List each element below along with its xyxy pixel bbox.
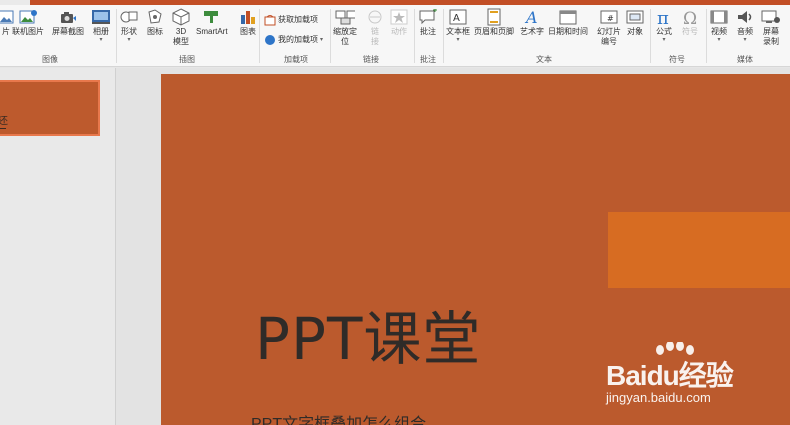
group-label-images: 图像 bbox=[42, 55, 58, 64]
video-caret: ▾ bbox=[717, 37, 721, 43]
calendar-icon bbox=[558, 7, 578, 27]
thumbnail-title-fragment: 还 bbox=[0, 116, 8, 127]
icons-gallery-icon bbox=[145, 7, 165, 27]
text-box-caret: ▾ bbox=[456, 37, 460, 43]
object-button[interactable]: 对象 bbox=[625, 7, 645, 37]
chart-button[interactable]: 图表 bbox=[238, 7, 258, 37]
my-addins-button[interactable]: 我的加载项 ▾ bbox=[264, 33, 323, 47]
text-box-button[interactable]: A 文本框 ▾ bbox=[446, 7, 470, 43]
action-button[interactable]: 动作 bbox=[389, 7, 409, 37]
group-label-illustrations: 插图 bbox=[179, 55, 195, 64]
text-box-icon: A bbox=[448, 7, 468, 27]
online-picture-button[interactable]: 联机图片 bbox=[12, 7, 44, 37]
slide-number-button[interactable]: # 幻灯片编号 bbox=[596, 7, 622, 47]
equation-button[interactable]: π 公式 ▾ bbox=[654, 7, 674, 43]
speaker-icon bbox=[735, 7, 755, 27]
group-media: 视频 ▾ 音频 ▾ 屏幕录制 媒体 bbox=[707, 5, 790, 67]
insert-ribbon: 片 联机图片 屏幕截图 相册 ▾ 图像 形状 ▾ 图标 3D 模型 SmartA… bbox=[0, 5, 790, 67]
film-icon bbox=[709, 7, 729, 27]
shapes-button[interactable]: 形状 ▾ bbox=[119, 7, 139, 43]
group-images: 片 联机图片 屏幕截图 相册 ▾ 图像 bbox=[0, 5, 116, 67]
audio-caret: ▾ bbox=[743, 37, 747, 43]
group-addins: 获取加载项 我的加载项 ▾ 加载项 bbox=[260, 5, 330, 67]
icons-button[interactable]: 图标 bbox=[145, 7, 165, 37]
group-label-links: 链接 bbox=[363, 55, 379, 64]
link-icon bbox=[365, 7, 385, 27]
star-icon bbox=[389, 7, 409, 27]
cube-icon bbox=[171, 7, 191, 27]
screenshot-button[interactable]: 屏幕截图 bbox=[52, 7, 84, 37]
photo-album-button[interactable]: 相册 ▾ bbox=[91, 7, 111, 43]
addins-puzzle-icon bbox=[264, 34, 276, 46]
screen-record-button[interactable]: 屏幕录制 bbox=[761, 7, 781, 47]
get-addins-button[interactable]: 获取加载项 bbox=[264, 13, 318, 27]
date-time-button[interactable]: 日期和时间 bbox=[548, 7, 588, 37]
symbol-button[interactable]: Ω 符号 bbox=[680, 7, 700, 37]
video-button[interactable]: 视频 ▾ bbox=[709, 7, 729, 43]
paw-icon bbox=[652, 341, 696, 371]
smartart-button[interactable]: SmartArt bbox=[196, 7, 228, 37]
3d-model-button[interactable]: 3D 模型 bbox=[171, 7, 191, 47]
comment-icon bbox=[418, 7, 438, 27]
svg-text:A: A bbox=[453, 13, 460, 24]
thumbnail-subtitle-line bbox=[0, 128, 6, 129]
group-illustrations: 形状 ▾ 图标 3D 模型 SmartArt 图表 插图 bbox=[117, 5, 259, 67]
smartart-icon bbox=[202, 7, 222, 27]
svg-text:π: π bbox=[657, 8, 669, 26]
header-footer-button[interactable]: 页眉和页脚 bbox=[474, 7, 514, 37]
watermark-url: jingyan.baidu.com bbox=[606, 390, 711, 405]
group-label-comments: 批注 bbox=[420, 55, 436, 64]
bar-chart-icon bbox=[238, 7, 258, 27]
slide-thumbnail-1[interactable]: 还 bbox=[0, 80, 100, 136]
photo-album-icon bbox=[91, 7, 111, 27]
wordart-icon: A bbox=[522, 7, 542, 27]
wordart-button[interactable]: A 艺术字 bbox=[520, 7, 544, 37]
svg-text:Ω: Ω bbox=[683, 9, 697, 26]
online-picture-icon bbox=[18, 7, 38, 27]
my-addins-caret: ▾ bbox=[320, 37, 324, 43]
slide-title-textbox[interactable]: PPT课堂 bbox=[255, 292, 481, 376]
zoom-button[interactable]: 缩放定位 bbox=[331, 7, 359, 47]
pi-icon: π bbox=[654, 7, 674, 27]
slide-subtitle-textbox[interactable]: PPT文字框叠加怎么组合 bbox=[251, 410, 426, 425]
group-label-text: 文本 bbox=[536, 55, 552, 64]
group-text: A 文本框 ▾ 页眉和页脚 A 艺术字 日期和时间 # 幻灯片编号 对象 文本 bbox=[444, 5, 650, 67]
equation-caret: ▾ bbox=[662, 37, 666, 43]
slide-thumbnail-pane[interactable]: 还 bbox=[0, 68, 116, 425]
screen-record-icon bbox=[761, 7, 781, 27]
header-footer-icon bbox=[484, 7, 504, 27]
group-label-symbols: 符号 bbox=[669, 55, 685, 64]
zoom-slides-icon bbox=[335, 7, 355, 27]
comment-button[interactable]: 批注 bbox=[418, 7, 438, 37]
group-label-media: 媒体 bbox=[737, 55, 753, 64]
slide-number-icon: # bbox=[599, 7, 619, 27]
link-button[interactable]: 链接 bbox=[365, 7, 385, 47]
camera-icon bbox=[58, 7, 78, 27]
group-label-addins: 加载项 bbox=[284, 55, 308, 64]
omega-icon: Ω bbox=[680, 7, 700, 27]
photo-album-caret: ▾ bbox=[99, 37, 103, 43]
group-symbols: π 公式 ▾ Ω 符号 符号 bbox=[651, 5, 706, 67]
audio-button[interactable]: 音频 ▾ bbox=[735, 7, 755, 43]
shapes-icon bbox=[119, 7, 139, 27]
orange-rectangle-shape[interactable] bbox=[608, 212, 790, 288]
svg-text:#: # bbox=[607, 14, 614, 23]
store-icon bbox=[264, 14, 276, 26]
svg-text:A: A bbox=[524, 8, 538, 26]
group-links: 缩放定位 链接 动作 链接 bbox=[331, 5, 414, 67]
object-icon bbox=[625, 7, 645, 27]
shapes-caret: ▾ bbox=[127, 37, 131, 43]
group-comments: 批注 批注 bbox=[415, 5, 443, 67]
